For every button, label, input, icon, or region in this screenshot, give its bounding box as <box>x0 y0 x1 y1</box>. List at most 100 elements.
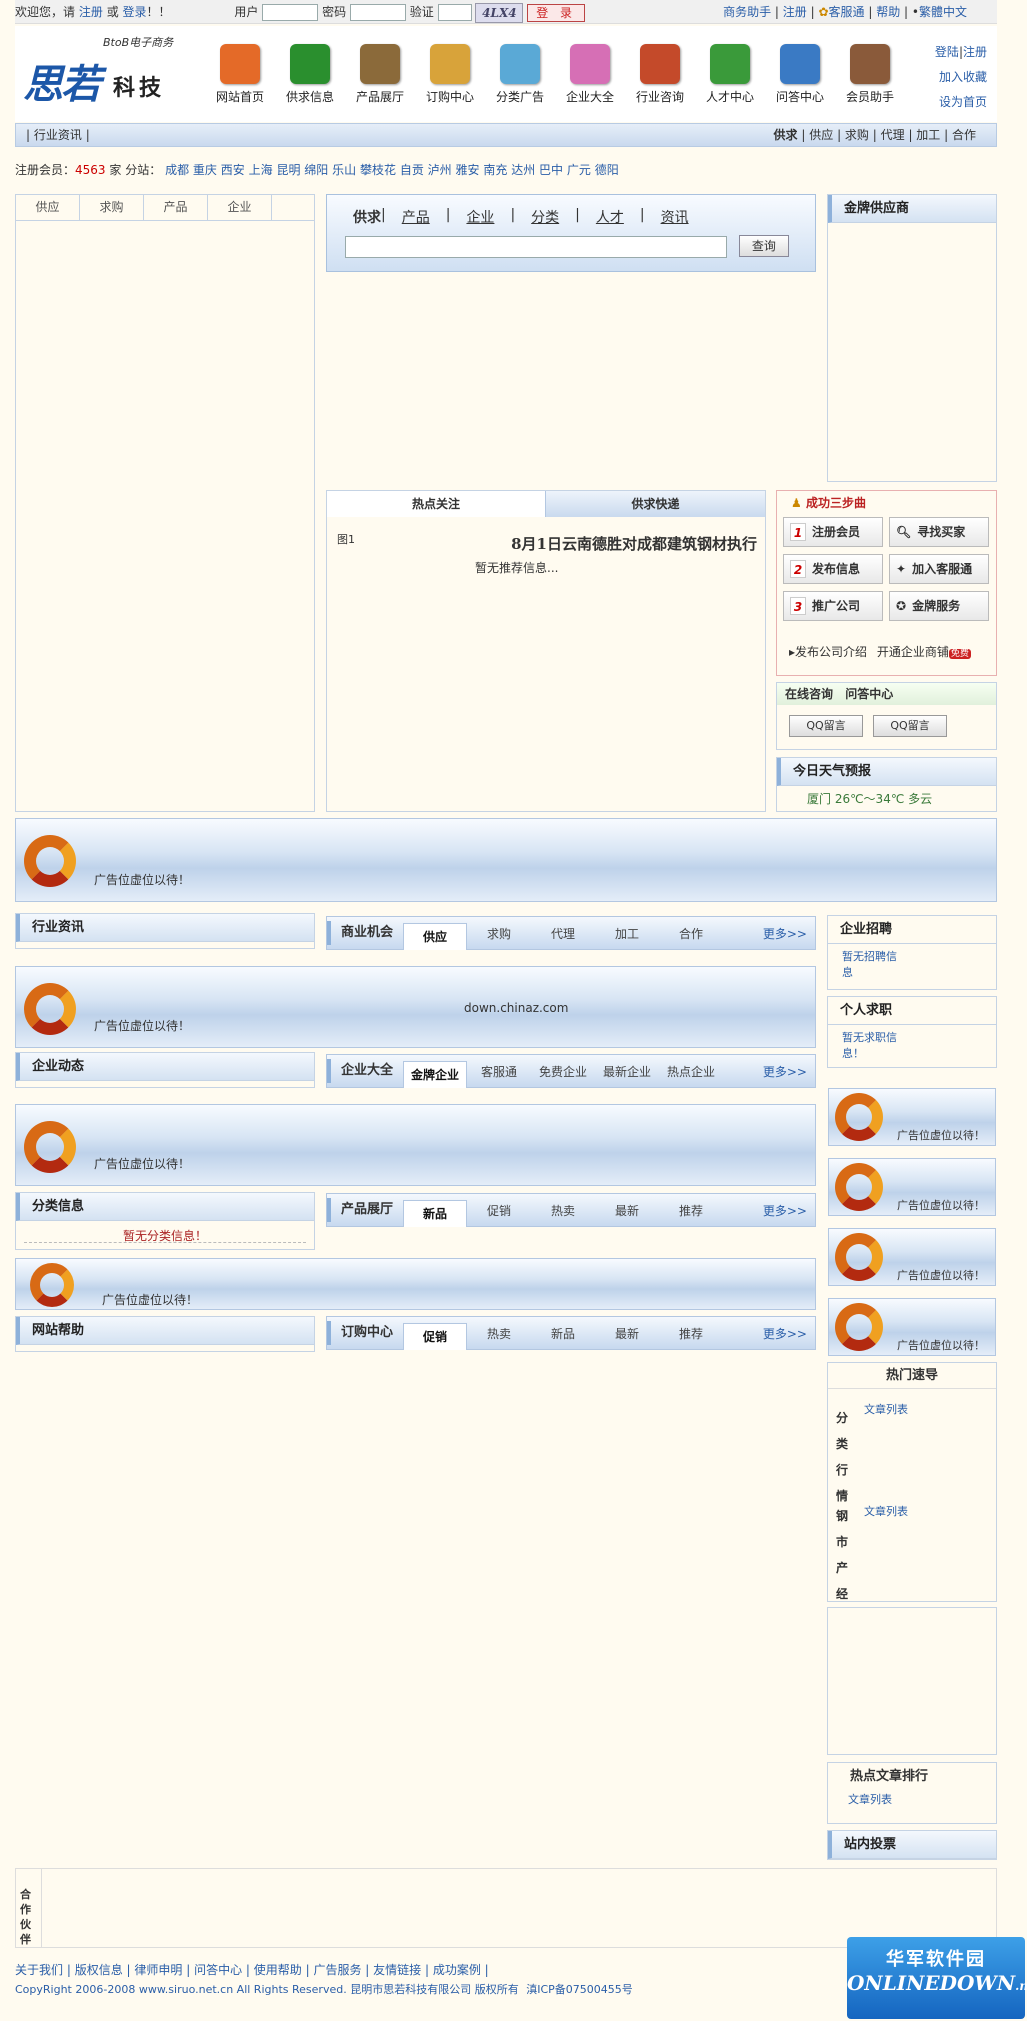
side-ad[interactable]: 广告位虚位以待！ <box>828 1228 996 1286</box>
tab-hot-focus[interactable]: 热点关注 <box>327 491 545 517</box>
city-link[interactable]: 成都 <box>165 163 189 177</box>
banner-ad[interactable]: 广告位虚位以待！ <box>15 1104 816 1186</box>
nav-supply[interactable]: 供求信息 <box>275 44 345 105</box>
qq-message-button[interactable]: QQ留言 <box>873 715 947 737</box>
ent-more-link[interactable]: 更多>> <box>763 1063 815 1080</box>
order-tab-promo[interactable]: 促销 <box>403 1323 468 1350</box>
nav-member[interactable]: 会员助手 <box>835 44 905 105</box>
subnav-cooperation[interactable]: 合作 <box>952 128 976 142</box>
icp-link[interactable]: 滇ICP备07500455号 <box>526 1983 633 1996</box>
prod-tab-promo[interactable]: 促销 <box>467 1202 531 1219</box>
tab-online-consult[interactable]: 在线咨询 <box>785 687 833 701</box>
gold-service-button[interactable]: ✪ 金牌服务 <box>889 591 989 621</box>
prod-more-link[interactable]: 更多>> <box>763 1202 815 1219</box>
article-list-link[interactable]: 文章列表 <box>828 1791 996 1807</box>
side-ad[interactable]: 广告位虚位以待！ <box>828 1158 996 1216</box>
add-favorite-link[interactable]: 加入收藏 <box>939 70 987 84</box>
subnav-processing[interactable]: 加工 <box>916 128 940 142</box>
city-link[interactable]: 自贡 <box>400 163 424 177</box>
ent-tab-gold[interactable]: 金牌企业 <box>403 1061 468 1088</box>
nav-classifieds[interactable]: 分类广告 <box>485 44 555 105</box>
prod-tab-recommend[interactable]: 推荐 <box>659 1202 723 1219</box>
ent-tab-hot[interactable]: 热点企业 <box>659 1063 723 1080</box>
top-link-help[interactable]: 帮助 <box>876 5 900 19</box>
banner-ad[interactable]: 广告位虚位以待！ <box>15 818 997 902</box>
login-link[interactable]: 登录 <box>123 5 147 19</box>
password-input[interactable] <box>349 4 406 21</box>
search-tab-supply[interactable]: 供求 <box>353 207 381 227</box>
verify-input[interactable] <box>437 4 472 21</box>
search-tab-enterprise[interactable]: 企业 <box>466 207 494 227</box>
register-link[interactable]: 注册 <box>79 5 103 19</box>
top-link-assistant[interactable]: 商务助手 <box>723 5 771 19</box>
prod-tab-new[interactable]: 新品 <box>403 1200 468 1227</box>
top-link-service[interactable]: 客服通 <box>829 5 865 19</box>
publish-info-button[interactable]: 2 发布信息 <box>783 554 883 584</box>
header-register-link[interactable]: 注册 <box>963 45 987 59</box>
search-tab-product[interactable]: 产品 <box>402 207 430 227</box>
find-buyer-button[interactable]: 🔍︎ 寻找买家 <box>889 517 989 547</box>
city-link[interactable]: 上海 <box>249 163 273 177</box>
order-tab-hot[interactable]: 热卖 <box>467 1325 531 1342</box>
search-button[interactable]: 查询 <box>738 235 789 257</box>
order-more-link[interactable]: 更多>> <box>763 1325 815 1342</box>
city-link[interactable]: 达州 <box>511 163 535 177</box>
footer-link-legal[interactable]: 律师申明 <box>134 1963 182 1977</box>
biz-tab-purchase[interactable]: 求购 <box>467 925 531 942</box>
top-link-traditional[interactable]: 繁體中文 <box>919 5 967 19</box>
banner-ad[interactable]: 广告位虚位以待！ <box>15 1258 816 1310</box>
set-homepage-link[interactable]: 设为首页 <box>939 95 987 109</box>
city-link[interactable]: 西安 <box>221 163 245 177</box>
nav-qa[interactable]: 问答中心 <box>765 44 835 105</box>
city-link[interactable]: 攀枝花 <box>360 163 396 177</box>
tab-enterprise[interactable]: 企业 <box>208 195 272 220</box>
subnav-supply-demand[interactable]: 供求 <box>774 128 798 142</box>
nav-industry[interactable]: 行业咨询 <box>625 44 695 105</box>
nav-talent[interactable]: 人才中心 <box>695 44 765 105</box>
side-ad[interactable]: 广告位虚位以待！ <box>828 1088 996 1146</box>
promote-company-button[interactable]: 3 推广公司 <box>783 591 883 621</box>
article-list-link[interactable]: 文章列表 <box>864 1401 908 1417</box>
city-link[interactable]: 泸州 <box>428 163 452 177</box>
top-link-register[interactable]: 注册 <box>783 5 807 19</box>
biz-tab-cooperation[interactable]: 合作 <box>659 925 723 942</box>
username-input[interactable] <box>262 4 319 21</box>
article-list-link[interactable]: 文章列表 <box>864 1503 908 1519</box>
city-link[interactable]: 广元 <box>567 163 591 177</box>
city-link[interactable]: 昆明 <box>276 163 300 177</box>
join-service-button[interactable]: ✦ 加入客服通 <box>889 554 989 584</box>
ent-tab-latest[interactable]: 最新企业 <box>595 1063 659 1080</box>
side-ad[interactable]: 广告位虚位以待！ <box>828 1298 996 1356</box>
prod-tab-hot[interactable]: 热卖 <box>531 1202 595 1219</box>
tab-qa-center[interactable]: 问答中心 <box>845 687 893 701</box>
publish-intro-link[interactable]: 发布公司介绍 <box>795 645 867 659</box>
order-tab-new[interactable]: 新品 <box>531 1325 595 1342</box>
footer-link-ads[interactable]: 广告服务 <box>313 1963 361 1977</box>
footer-link-friends[interactable]: 友情链接 <box>373 1963 421 1977</box>
nav-home[interactable]: 网站首页 <box>205 44 275 105</box>
site-logo[interactable]: BtoB电子商务 思若 科技 <box>23 34 178 114</box>
city-link[interactable]: 雅安 <box>456 163 480 177</box>
footer-link-copyright[interactable]: 版权信息 <box>75 1963 123 1977</box>
city-link[interactable]: 绵阳 <box>304 163 328 177</box>
nav-products[interactable]: 产品展厅 <box>345 44 415 105</box>
footer-link-about[interactable]: 关于我们 <box>15 1963 63 1977</box>
city-link[interactable]: 重庆 <box>193 163 217 177</box>
subnav-agency[interactable]: 代理 <box>881 128 905 142</box>
banner-ad[interactable]: 广告位虚位以待！ down.chinaz.com <box>15 966 816 1048</box>
tab-purchase[interactable]: 求购 <box>80 195 144 220</box>
nav-enterprises[interactable]: 企业大全 <box>555 44 625 105</box>
register-member-button[interactable]: 1 注册会员 <box>783 517 883 547</box>
city-link[interactable]: 德阳 <box>595 163 619 177</box>
footer-link-help[interactable]: 使用帮助 <box>254 1963 302 1977</box>
nav-orders[interactable]: 订购中心 <box>415 44 485 105</box>
tab-product[interactable]: 产品 <box>144 195 208 220</box>
biz-more-link[interactable]: 更多>> <box>763 925 815 942</box>
biz-tab-supply[interactable]: 供应 <box>403 923 468 950</box>
order-tab-recommend[interactable]: 推荐 <box>659 1325 723 1342</box>
subnav-industry[interactable]: 行业资讯 <box>34 128 82 142</box>
order-tab-latest[interactable]: 最新 <box>595 1325 659 1342</box>
ent-tab-service[interactable]: 客服通 <box>467 1063 531 1080</box>
prod-tab-latest[interactable]: 最新 <box>595 1202 659 1219</box>
search-tab-news[interactable]: 资讯 <box>661 207 689 227</box>
